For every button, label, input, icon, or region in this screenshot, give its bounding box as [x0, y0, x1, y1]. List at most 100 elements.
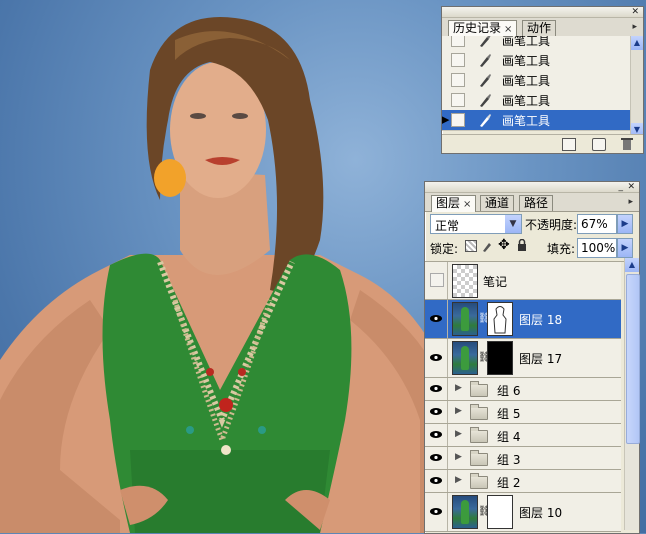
visibility-toggle[interactable] — [425, 470, 448, 492]
tab-paths[interactable]: 路径 — [519, 195, 554, 211]
new-document-from-state-icon[interactable] — [562, 138, 576, 151]
tab-actions[interactable]: 动作 — [522, 20, 557, 36]
group-row[interactable]: ▶ 组 4 — [425, 424, 621, 447]
scroll-up-icon[interactable]: ▲ — [625, 258, 639, 272]
visibility-toggle[interactable] — [425, 493, 448, 531]
tab-history-label: 历史记录 — [453, 21, 502, 35]
opacity-label: 不透明度: — [525, 218, 578, 232]
group-row[interactable]: ▶ 组 2 — [425, 470, 621, 493]
group-name: 组 5 — [497, 407, 521, 421]
history-item[interactable]: 画笔工具 — [442, 90, 630, 111]
group-row[interactable]: ▶ 组 5 — [425, 401, 621, 424]
layer-row[interactable]: ⛓ 图层 10 — [425, 493, 621, 532]
eye-icon[interactable] — [430, 431, 442, 438]
visibility-toggle[interactable] — [425, 378, 448, 400]
brush-icon — [480, 94, 491, 107]
layers-panel: _ ✕ 图层 × 通道 路径 ▸ 正常 ▼ 不透明度: 67% ▶ 锁定: ✥ 填… — [424, 181, 640, 534]
snapshot-checkbox[interactable] — [451, 53, 465, 67]
snapshot-checkbox[interactable] — [451, 93, 465, 107]
history-item[interactable]: 画笔工具 — [442, 70, 630, 91]
snapshot-checkbox[interactable] — [451, 113, 465, 127]
lock-pixels-icon[interactable] — [481, 239, 493, 252]
eye-icon[interactable] — [430, 385, 442, 392]
expand-triangle-icon[interactable]: ▶ — [455, 406, 462, 416]
eye-icon[interactable] — [430, 354, 442, 361]
expand-triangle-icon[interactable]: ▶ — [455, 383, 462, 393]
panel-menu-icon[interactable]: ▸ — [632, 22, 637, 32]
history-item-label: 画笔工具 — [502, 74, 551, 88]
expand-triangle-icon[interactable]: ▶ — [455, 475, 462, 485]
expand-triangle-icon[interactable]: ▶ — [455, 452, 462, 462]
history-state-arrow-icon[interactable]: ▶ — [442, 113, 449, 126]
chevron-down-icon[interactable]: ▼ — [505, 215, 521, 233]
fill-input[interactable]: 100% — [577, 238, 617, 258]
history-panel: ✕ 历史记录 × 动作 ▸ 画笔工具 画笔工具 画笔工具 画笔工具 ▶ 画笔工具… — [441, 6, 644, 154]
group-row[interactable]: ▶ 组 6 — [425, 378, 621, 401]
eye-icon[interactable] — [430, 454, 442, 461]
layer-row[interactable]: ⛓ 图层 17 — [425, 339, 621, 378]
close-icon[interactable]: ✕ — [631, 7, 639, 17]
eye-icon[interactable] — [430, 508, 442, 515]
visibility-toggle[interactable] — [425, 339, 448, 377]
snapshot-checkbox[interactable] — [451, 36, 465, 47]
visibility-toggle[interactable] — [425, 401, 448, 423]
tab-close-icon[interactable]: × — [463, 199, 471, 210]
layer-thumbnail — [452, 302, 478, 336]
layer-row-selected[interactable]: ⛓ 图层 18 — [425, 300, 621, 339]
blend-mode-select[interactable]: 正常 ▼ — [430, 214, 522, 234]
opacity-input[interactable]: 67% — [577, 214, 617, 234]
expand-triangle-icon[interactable]: ▶ — [455, 429, 462, 439]
tab-layers-label: 图层 — [436, 196, 461, 210]
brush-icon — [480, 54, 491, 67]
scroll-up-icon[interactable]: ▲ — [631, 36, 643, 50]
history-item-label: 画笔工具 — [502, 114, 551, 128]
history-scrollbar[interactable]: ▲ ▼ — [630, 36, 643, 137]
lock-fill-row: 锁定: ✥ 填充: 100% ▶ — [425, 235, 639, 262]
eye-icon[interactable] — [430, 477, 442, 484]
layers-scrollbar[interactable]: ▲ — [624, 258, 640, 530]
layer-row[interactable]: 笔记 — [425, 262, 621, 300]
history-item-selected[interactable]: ▶ 画笔工具 — [442, 110, 630, 131]
layer-mask-thumbnail[interactable] — [487, 495, 513, 529]
new-snapshot-icon[interactable] — [592, 138, 606, 151]
visibility-toggle[interactable] — [425, 447, 448, 469]
opacity-slider-arrow-icon[interactable]: ▶ — [617, 214, 633, 234]
eye-icon[interactable] — [430, 315, 442, 322]
history-list: 画笔工具 画笔工具 画笔工具 画笔工具 ▶ 画笔工具 — [442, 36, 630, 137]
brush-icon — [480, 114, 491, 127]
visibility-toggle[interactable] — [425, 300, 448, 338]
lock-transparency-icon[interactable] — [465, 240, 477, 252]
eye-icon[interactable] — [430, 408, 442, 415]
layers-list: 笔记 ⛓ 图层 18 ⛓ 图层 17 ▶ 组 6 ▶ 组 5 ▶ 组 4 ▶ 组… — [425, 262, 623, 532]
snapshot-checkbox[interactable] — [451, 73, 465, 87]
layer-mask-thumbnail[interactable] — [487, 341, 513, 375]
lock-all-icon[interactable] — [517, 239, 527, 251]
scrollbar-thumb[interactable] — [626, 274, 640, 444]
layer-mask-thumbnail[interactable] — [487, 302, 513, 336]
layers-panel-titlebar[interactable]: _ ✕ — [425, 182, 639, 193]
history-item[interactable]: 画笔工具 — [442, 50, 630, 71]
lock-position-icon[interactable]: ✥ — [498, 237, 510, 253]
layer-name: 图层 10 — [519, 506, 563, 520]
panel-menu-icon[interactable]: ▸ — [628, 197, 633, 207]
layer-name: 图层 18 — [519, 313, 563, 327]
brush-icon — [480, 74, 491, 87]
tab-history[interactable]: 历史记录 × — [448, 20, 518, 37]
close-icon[interactable]: ✕ — [627, 182, 635, 192]
visibility-toggle[interactable] — [425, 262, 448, 299]
minimize-icon[interactable]: _ — [619, 182, 624, 192]
tab-close-icon[interactable]: × — [504, 24, 512, 35]
folder-icon — [470, 450, 488, 466]
history-item[interactable]: 画笔工具 — [442, 36, 630, 51]
lock-label: 锁定: — [430, 242, 459, 256]
tab-layers[interactable]: 图层 × — [431, 195, 477, 212]
trash-icon[interactable] — [621, 137, 633, 151]
hidden-visibility-box[interactable] — [430, 273, 444, 287]
visibility-toggle[interactable] — [425, 424, 448, 446]
group-row[interactable]: ▶ 组 3 — [425, 447, 621, 470]
fill-slider-arrow-icon[interactable]: ▶ — [617, 238, 633, 258]
fill-label: 填充: — [547, 242, 576, 256]
history-panel-titlebar[interactable]: ✕ — [442, 7, 643, 18]
tab-channels[interactable]: 通道 — [480, 195, 515, 211]
group-name: 组 3 — [497, 453, 521, 467]
